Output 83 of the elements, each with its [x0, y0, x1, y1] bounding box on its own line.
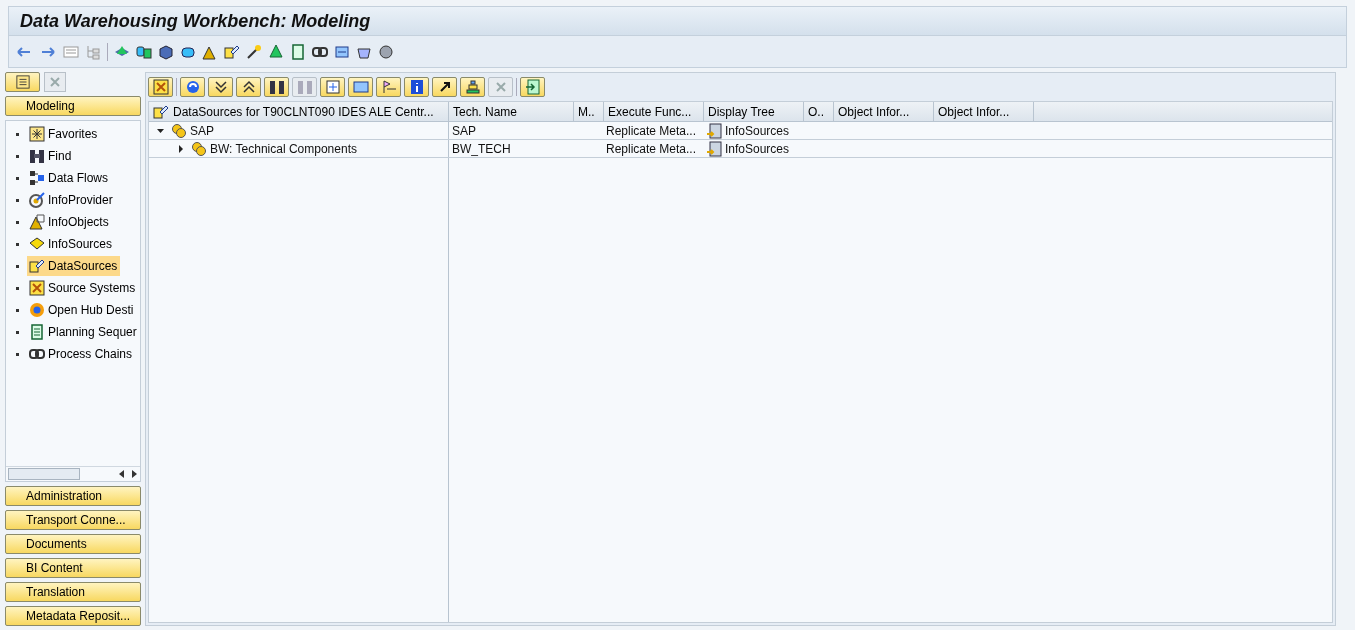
expand-all-icon [212, 79, 229, 95]
column-header[interactable]: Object Infor... [938, 102, 1010, 121]
close-icon [49, 76, 61, 88]
column-header[interactable]: Object Infor... [838, 102, 910, 121]
info-icon [408, 79, 425, 95]
column-header[interactable]: Display Tree [708, 102, 775, 121]
navigator-item-label: Find [48, 148, 72, 165]
display-button[interactable] [348, 77, 373, 97]
column-header[interactable]: O.. [808, 102, 824, 121]
navigator-item-label: Process Chains [48, 346, 133, 363]
navigator-item-label: InfoProvider [48, 192, 113, 209]
chain-icon [29, 346, 45, 362]
navigator-item-label: Open Hub Desti [48, 302, 134, 319]
table-cell-text: SAP [452, 122, 476, 140]
navigator-item-label: InfoObjects [48, 214, 109, 231]
navigator-item-label: Favorites [48, 126, 98, 143]
target-icon [29, 192, 45, 208]
navigator-item-label: Source Systems [48, 280, 136, 297]
stack-button[interactable] [460, 77, 485, 97]
navigator-item[interactable]: InfoObjects [27, 212, 112, 232]
navigator-item[interactable]: InfoSources [27, 234, 116, 254]
navigator-item-label: DataSources [48, 258, 118, 275]
table-cell-text: InfoSources [725, 140, 790, 158]
tree-node-label[interactable]: BW: Technical Components [210, 139, 357, 158]
select-dropdown-button[interactable] [148, 77, 173, 97]
arrow-button[interactable] [432, 77, 457, 97]
navigator-section-button[interactable]: Administration [5, 486, 141, 506]
table-cell-text: InfoSources [725, 122, 790, 140]
navigator-item[interactable]: InfoProvider [27, 190, 116, 210]
column-header[interactable]: M.. [578, 102, 595, 121]
navigator-section-button[interactable]: Documents [5, 534, 141, 554]
cross-icon [29, 280, 45, 296]
tree-node-label[interactable]: SAP [190, 121, 214, 140]
column-header[interactable]: Tech. Name [453, 102, 518, 121]
navigator-item[interactable]: Process Chains [27, 344, 136, 364]
navigator-section-button[interactable]: Transport Conne... [5, 510, 141, 530]
refresh-icon [184, 79, 201, 95]
display-icon [352, 79, 369, 95]
cube-icon[interactable] [158, 43, 174, 60]
table-cell-text: Replicate Meta... [606, 140, 697, 158]
disk-icon[interactable] [378, 43, 394, 60]
flow-icon [29, 170, 45, 186]
refresh-button[interactable] [180, 77, 205, 97]
document-icon [15, 75, 30, 89]
navigator-item-label: Planning Sequer [48, 324, 137, 341]
navigator-section-button[interactable]: Translation [5, 582, 141, 602]
navigator-item[interactable]: Favorites [27, 124, 101, 144]
export-icon [524, 79, 541, 95]
expand-all-button[interactable] [208, 77, 233, 97]
navigator-item-label: InfoSources [48, 236, 113, 253]
triangle-icon [29, 214, 45, 230]
navigator-section-button[interactable]: Metadata Reposit... [5, 606, 141, 626]
scrollbar-thumb[interactable] [8, 468, 80, 480]
window-title: Data Warehousing Workbench: Modeling [20, 9, 371, 33]
column-header[interactable]: DataSources for T90CLNT090 IDES ALE Centr... [173, 102, 434, 121]
diamond-icon [29, 236, 45, 252]
find-button[interactable] [264, 77, 289, 97]
navigator-menu-button[interactable] [5, 72, 40, 92]
wand-icon[interactable] [246, 43, 262, 60]
navigator-item[interactable]: Planning Sequer [27, 322, 140, 342]
navigator-section-button[interactable]: Modeling [5, 96, 141, 116]
info-button[interactable] [404, 77, 429, 97]
stack-icon [464, 79, 481, 95]
column-header[interactable]: Execute Func... [608, 102, 692, 121]
navigator-item[interactable]: Find [27, 146, 75, 166]
table-cell-text: BW_TECH [452, 140, 511, 158]
navigator-section-button[interactable]: BI Content [5, 558, 141, 578]
export-button[interactable] [520, 77, 545, 97]
flag-icon [380, 79, 397, 95]
navigator-item[interactable]: Open Hub Desti [27, 300, 137, 320]
navigator-item[interactable]: Source Systems [27, 278, 139, 298]
star-button[interactable] [320, 77, 345, 97]
navigator-item-label: Data Flows [48, 170, 109, 187]
navigator-item[interactable]: Data Flows [27, 168, 112, 188]
flag-button[interactable] [376, 77, 401, 97]
select-dropdown-icon [152, 79, 169, 95]
sun-icon [29, 302, 45, 318]
collapsed-triangle-icon[interactable] [177, 144, 185, 153]
expanded-triangle-icon[interactable] [157, 126, 165, 135]
table-cell-text: Replicate Meta... [606, 122, 697, 140]
cylinder-pair-icon[interactable] [136, 43, 152, 60]
collapse-all-button[interactable] [236, 77, 261, 97]
navigator-item[interactable]: DataSources [27, 256, 121, 276]
